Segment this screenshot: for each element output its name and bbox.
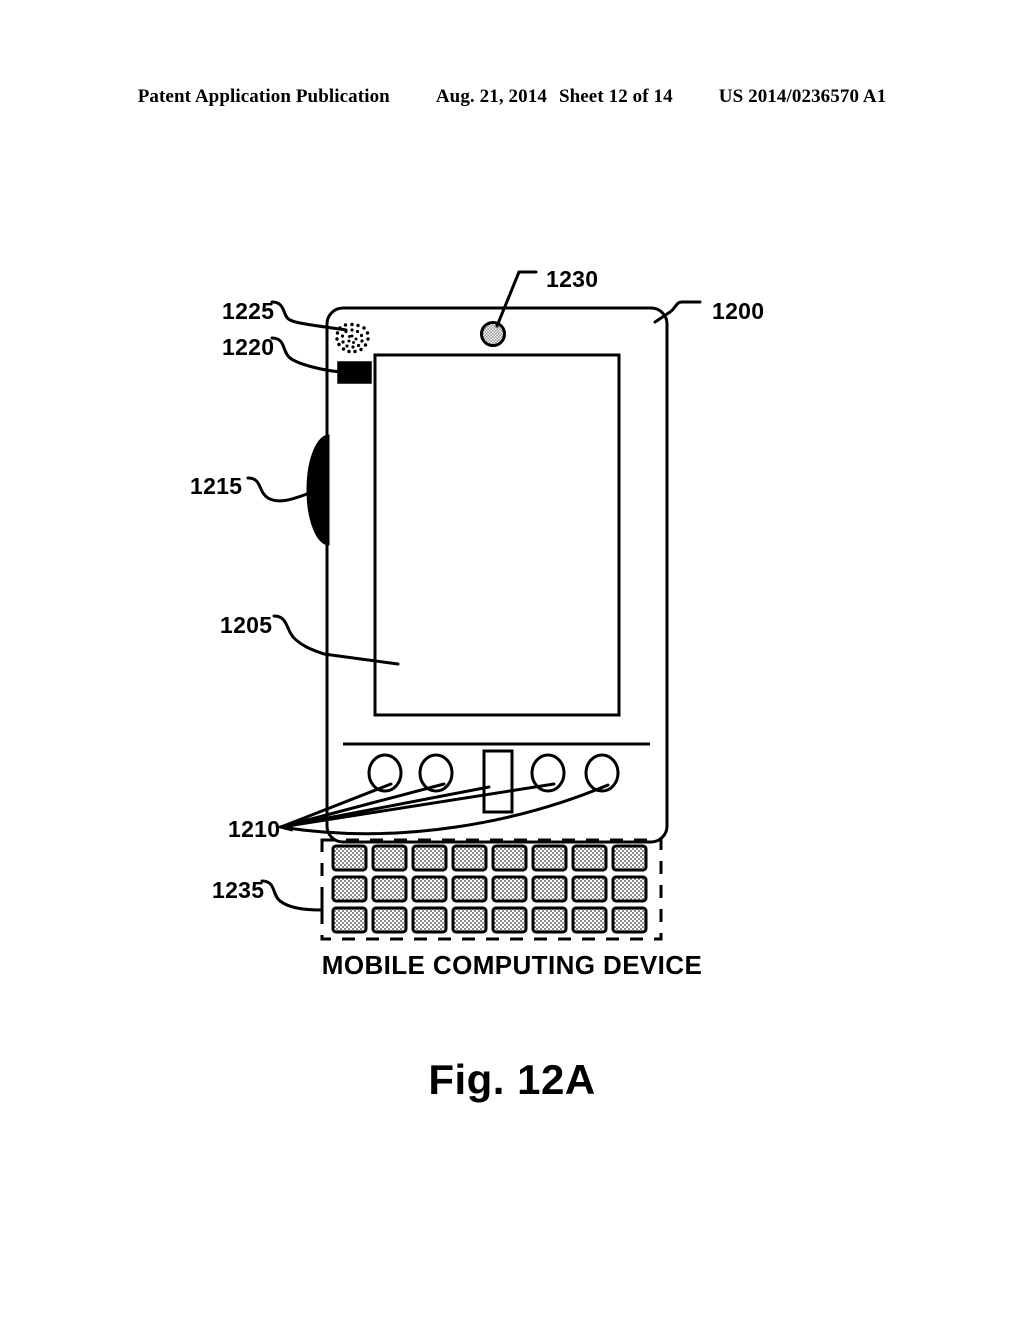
keyboard-row-3 (331, 906, 648, 934)
ref-numeral-1210: 1210 (228, 816, 281, 842)
keyboard-key[interactable] (371, 906, 408, 934)
keyboard-key[interactable] (411, 906, 448, 934)
ref-numeral-1230: 1230 (546, 266, 599, 292)
keyboard-key[interactable] (491, 906, 528, 934)
ref-numeral-1205: 1205 (220, 612, 273, 638)
keyboard-key[interactable] (371, 844, 408, 872)
ref-numeral-1225: 1225 (222, 298, 275, 324)
keyboard-key[interactable] (451, 906, 488, 934)
lead-line-1215 (246, 476, 314, 503)
display-screen[interactable] (373, 353, 621, 717)
keyboard-key[interactable] (531, 875, 568, 903)
keyboard-key[interactable] (491, 844, 528, 872)
keyboard-key[interactable] (531, 906, 568, 934)
keyboard-key[interactable] (411, 875, 448, 903)
keyboard-key[interactable] (571, 844, 608, 872)
device-caption: MOBILE COMPUTING DEVICE (321, 950, 703, 980)
keyboard-key[interactable] (411, 844, 448, 872)
keyboard-row-2 (331, 875, 648, 903)
control-button-center[interactable] (482, 749, 514, 814)
ref-numeral-1220: 1220 (222, 334, 275, 360)
ref-numeral-1215: 1215 (190, 473, 243, 499)
keyboard-key[interactable] (611, 875, 648, 903)
keyboard-region (320, 838, 663, 941)
control-button-5[interactable] (584, 753, 620, 793)
side-button[interactable] (306, 434, 330, 546)
keyboard-key[interactable] (531, 844, 568, 872)
keyboard-key[interactable] (571, 875, 608, 903)
indicator-bar (337, 361, 372, 384)
keyboard-key[interactable] (451, 844, 488, 872)
figure-drawing-canvas (246, 270, 702, 941)
keyboard-key[interactable] (491, 875, 528, 903)
patent-figure: 1200 1225 1220 1230 1215 1205 1210 1235 … (0, 0, 1024, 1320)
keyboard-key[interactable] (451, 875, 488, 903)
camera-lens-icon (480, 321, 506, 347)
keyboard-key[interactable] (331, 875, 368, 903)
lead-line-1235 (260, 879, 324, 912)
ref-numeral-1235: 1235 (212, 877, 265, 903)
keyboard-key[interactable] (571, 906, 608, 934)
keyboard-key[interactable] (331, 844, 368, 872)
keyboard-key[interactable] (331, 906, 368, 934)
keyboard-key[interactable] (611, 844, 648, 872)
keyboard-key[interactable] (371, 875, 408, 903)
keyboard-key[interactable] (611, 906, 648, 934)
figure-label: Fig. 12A (428, 1056, 596, 1103)
ref-numeral-1200: 1200 (712, 298, 765, 324)
keyboard-row-1 (331, 844, 648, 872)
